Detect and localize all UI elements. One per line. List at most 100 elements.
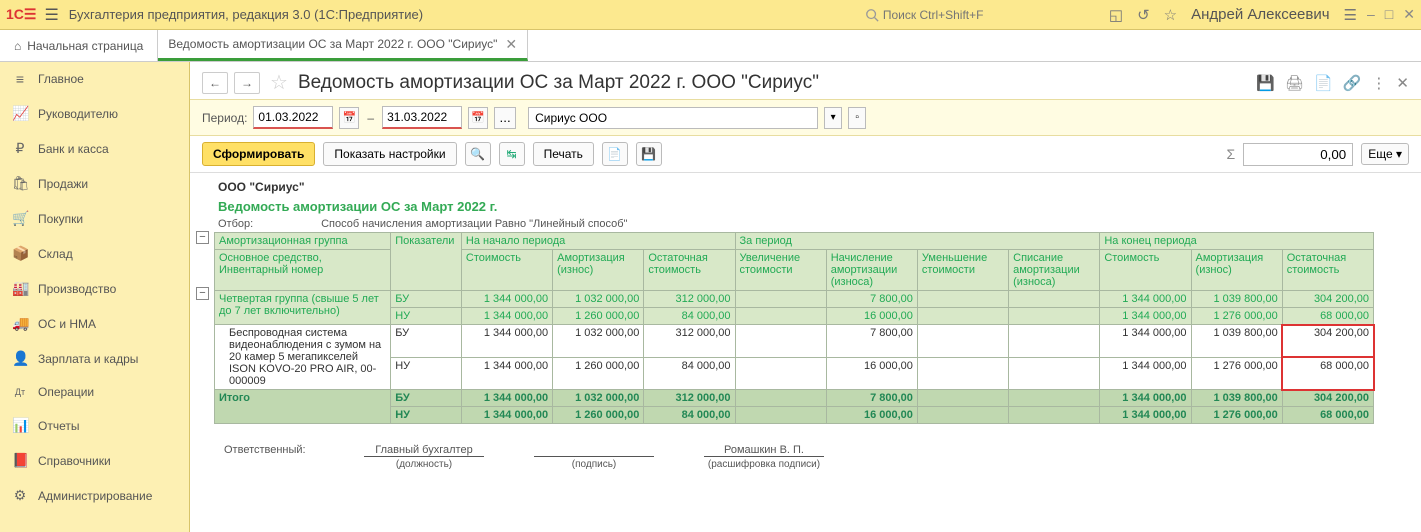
bell-icon[interactable]: ◱ xyxy=(1109,6,1123,24)
nav-forward-button[interactable]: → xyxy=(234,72,260,94)
sidebar-item-assets[interactable]: 🚚ОС и НМА xyxy=(0,306,189,341)
history-icon[interactable]: ↺ xyxy=(1137,6,1150,24)
th-period-end: На конец периода xyxy=(1100,233,1374,250)
sidebar-item-warehouse[interactable]: 📦Склад xyxy=(0,236,189,271)
user-name[interactable]: Андрей Алексеевич xyxy=(1191,6,1329,23)
page-title: Ведомость амортизации ОС за Март 2022 г.… xyxy=(298,72,819,94)
sidebar-item-label: Банк и касса xyxy=(38,142,109,156)
link-icon[interactable]: 🔗 xyxy=(1343,74,1362,92)
global-search[interactable] xyxy=(859,6,1099,24)
favorite-icon[interactable]: ☆ xyxy=(270,70,288,95)
asset-name: Беспроводная система видеонаблюдения с з… xyxy=(215,325,391,390)
total-row-bu[interactable]: Итого БУ 1 344 000,00 1 032 000,00 312 0… xyxy=(215,390,1374,407)
generate-button[interactable]: Сформировать xyxy=(202,142,315,166)
global-search-input[interactable] xyxy=(883,8,1083,22)
truck-icon: 🚚 xyxy=(12,315,28,332)
sidebar-item-reports[interactable]: 📊 Отчеты xyxy=(0,408,189,443)
date-from-input[interactable] xyxy=(253,106,333,129)
th-depr-s: Амортизация (износ) xyxy=(553,250,644,291)
window-maximize[interactable]: □ xyxy=(1385,6,1393,23)
bag-icon: 🛍 xyxy=(12,175,28,192)
home-tab[interactable]: ⌂ Начальная страница xyxy=(0,30,158,61)
sidebar-item-bank[interactable]: ₽ Банк и касса xyxy=(0,131,189,166)
preview-icon[interactable]: 📄 xyxy=(602,142,628,166)
sidebar-item-production[interactable]: 🏭Производство xyxy=(0,271,189,306)
close-icon[interactable]: ✕ xyxy=(1396,74,1409,92)
window-minimize[interactable]: – xyxy=(1367,6,1375,23)
sigma-icon: Σ xyxy=(1227,146,1236,162)
show-settings-button[interactable]: Показать настройки xyxy=(323,142,456,166)
print-button[interactable]: Печать xyxy=(533,142,594,166)
period-ellipsis-button[interactable]: ... xyxy=(494,107,516,129)
nav-back-button[interactable]: ← xyxy=(202,72,228,94)
period-label: Период: xyxy=(202,111,247,125)
sidebar-item-catalogs[interactable]: 📕 Справочники xyxy=(0,443,189,478)
th-amort-group: Амортизационная группа xyxy=(215,233,391,250)
app-header: 1C☰ ☰ Бухгалтерия предприятия, редакция … xyxy=(0,0,1421,30)
tab-close-icon[interactable]: ✕ xyxy=(505,36,517,53)
sidebar-item-sales[interactable]: 🛍Продажи xyxy=(0,166,189,201)
dtkt-icon: Дт xyxy=(12,387,28,397)
date-to-input[interactable] xyxy=(382,106,462,129)
th-period: За период xyxy=(735,233,1100,250)
report-org: ООО "Сириус" xyxy=(214,177,1413,197)
hamburger-icon[interactable]: ☰ xyxy=(44,5,58,25)
sidebar-item-admin[interactable]: ⚙ Администрирование xyxy=(0,478,189,513)
window-close[interactable]: ✕ xyxy=(1403,6,1415,23)
document-tab[interactable]: Ведомость амортизации ОС за Март 2022 г.… xyxy=(158,30,528,61)
report-title: Ведомость амортизации ОС за Март 2022 г. xyxy=(214,197,1413,216)
date-from-picker-icon[interactable]: 📅 xyxy=(339,107,359,129)
sidebar-item-main[interactable]: ≡Главное xyxy=(0,62,189,96)
highlighted-residual-bu: 304 200,00 xyxy=(1282,325,1373,358)
sidebar-item-label: Справочники xyxy=(38,454,111,468)
sidebar-item-salary[interactable]: 👤Зарплата и кадры xyxy=(0,341,189,376)
sidebar-item-label: Главное xyxy=(38,72,84,86)
sidebar-item-label: Операции xyxy=(38,385,94,399)
export-icon[interactable]: 📄 xyxy=(1314,74,1333,92)
asset-row-bu[interactable]: Беспроводная система видеонаблюдения с з… xyxy=(215,325,1374,358)
gear-icon: ⚙ xyxy=(12,487,28,504)
more-menu-icon[interactable]: ⋮ xyxy=(1371,74,1386,92)
app-title: Бухгалтерия предприятия, редакция 3.0 (1… xyxy=(69,7,423,22)
book-icon: 📕 xyxy=(12,452,28,469)
company-input[interactable] xyxy=(528,107,818,129)
company-open-button[interactable]: ▫ xyxy=(848,107,866,129)
settings-icon[interactable]: ☰ xyxy=(1344,6,1357,24)
indicator: БУ xyxy=(391,325,462,358)
sidebar-item-manager[interactable]: 📈Руководителю xyxy=(0,96,189,131)
filter-label: Отбор: xyxy=(218,218,318,230)
more-button[interactable]: Еще ▾ xyxy=(1361,143,1409,165)
th-dec: Уменьшение стоимости xyxy=(917,250,1008,291)
chart-icon: 📈 xyxy=(12,105,28,122)
sum-input[interactable] xyxy=(1243,143,1353,166)
sidebar-item-purchases[interactable]: 🛒Покупки xyxy=(0,201,189,236)
responsible-label: Ответственный: xyxy=(224,444,314,470)
date-to-picker-icon[interactable]: 📅 xyxy=(468,107,488,129)
sidebar-item-operations[interactable]: Дт Операции xyxy=(0,376,189,408)
tree-collapse-group[interactable]: − xyxy=(196,287,209,300)
search-icon xyxy=(865,8,879,22)
tree-collapse-header[interactable]: − xyxy=(196,231,209,244)
cart-icon: 🛒 xyxy=(12,210,28,227)
indicator: НУ xyxy=(391,308,462,325)
save-report-icon[interactable]: 💾 xyxy=(636,142,662,166)
group-row-bu[interactable]: Четвертая группа (свыше 5 лет до 7 лет в… xyxy=(215,291,1374,308)
ruble-icon: ₽ xyxy=(12,140,28,157)
save-icon[interactable]: 💾 xyxy=(1256,74,1275,92)
indicator: БУ xyxy=(391,291,462,308)
expand-tree-icon[interactable]: ↹ xyxy=(499,142,525,166)
th-depr-e: Амортизация (износ) xyxy=(1191,250,1282,291)
find-icon[interactable]: 🔍 xyxy=(465,142,491,166)
report-filter: Отбор: Способ начисления амортизации Рав… xyxy=(214,216,1413,232)
sidebar-item-label: Отчеты xyxy=(38,419,79,433)
report-area[interactable]: − − ООО "Сириус" Ведомость амортизации О… xyxy=(190,173,1421,532)
star-icon[interactable]: ☆ xyxy=(1164,6,1177,24)
home-tab-label: Начальная страница xyxy=(27,39,143,53)
bars-icon: 📊 xyxy=(12,417,28,434)
action-bar: Сформировать Показать настройки 🔍 ↹ Печа… xyxy=(190,136,1421,173)
signature-label: (подпись) xyxy=(534,456,654,470)
print-icon[interactable]: 🖨 xyxy=(1285,74,1304,92)
indicator: НУ xyxy=(391,357,462,390)
sidebar-item-label: Администрирование xyxy=(38,489,152,503)
company-dropdown-button[interactable]: ▾ xyxy=(824,107,842,129)
